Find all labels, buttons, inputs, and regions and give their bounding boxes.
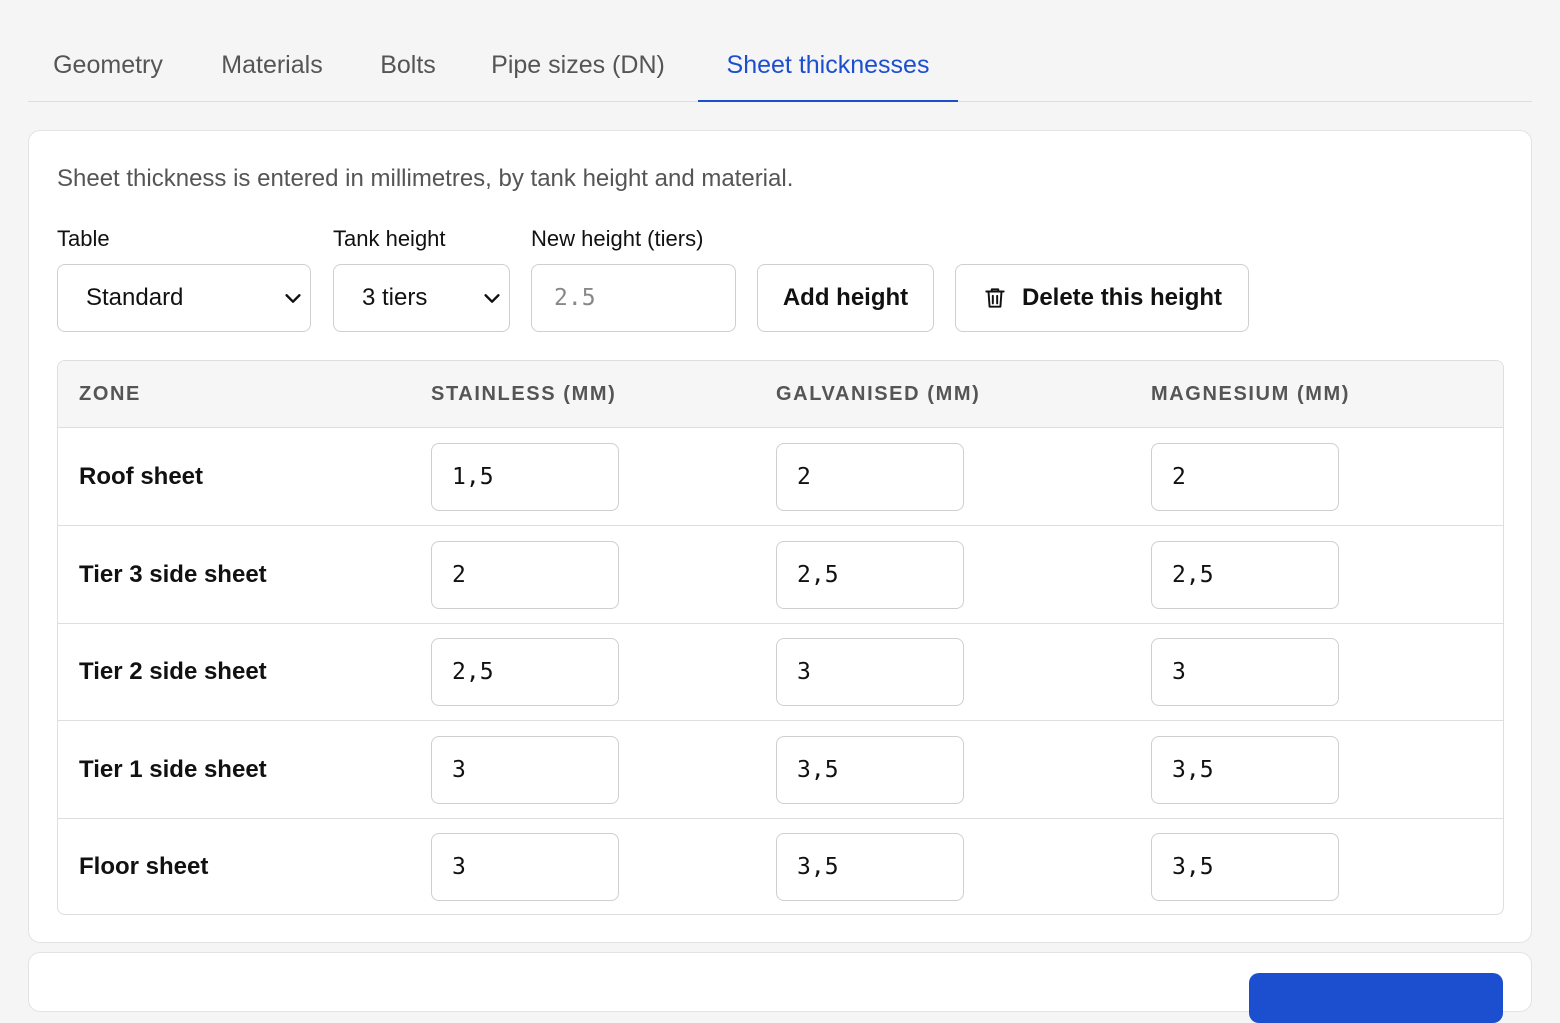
trash-icon: [985, 288, 1005, 308]
tank-height-select[interactable]: 3 tiers: [333, 264, 510, 332]
galvanised-input[interactable]: 2: [776, 443, 964, 511]
stainless-input[interactable]: 2,5: [431, 638, 619, 706]
table-row: Tier 3 side sheet 2 2,5 2,5: [58, 526, 1503, 624]
new-height-label: New height (tiers): [531, 226, 704, 251]
delete-height-button-label: Delete this height: [1021, 284, 1223, 311]
add-height-button-label: Add height: [782, 284, 909, 311]
zone-name: Tier 1 side sheet: [79, 756, 267, 783]
primary-action-button[interactable]: [1249, 973, 1503, 1023]
magnesium-input[interactable]: 3,5: [1151, 833, 1339, 901]
magnesium-input[interactable]: 3,5: [1151, 736, 1339, 804]
table-select-value: Standard: [86, 284, 184, 311]
chevron-down-icon: [484, 294, 500, 303]
header-galvanised: GALVANISED (MM): [776, 383, 981, 405]
header-zone: ZONE: [79, 383, 141, 405]
zone-name: Tier 2 side sheet: [79, 658, 267, 685]
delete-height-button[interactable]: Delete this height: [955, 264, 1249, 332]
galvanised-input[interactable]: 2,5: [776, 541, 964, 609]
magnesium-input[interactable]: 3: [1151, 638, 1339, 706]
tank-height-label: Tank height: [333, 226, 446, 251]
zone-name: Roof sheet: [79, 463, 204, 490]
table-row: Tier 1 side sheet 3 3,5 3,5: [58, 721, 1503, 819]
stainless-input[interactable]: 3: [431, 833, 619, 901]
description-text: Sheet thickness is entered in millimetre…: [57, 165, 794, 192]
table-label: Table: [57, 226, 110, 251]
tab-bar: Geometry Materials Bolts Pipe sizes (DN)…: [28, 30, 1532, 102]
tab-materials[interactable]: Materials: [198, 30, 346, 102]
table-row: Floor sheet 3 3,5 3,5: [58, 818, 1503, 914]
tab-geometry[interactable]: Geometry: [28, 30, 188, 102]
footer-card: [28, 952, 1532, 1023]
galvanised-input[interactable]: 3: [776, 638, 964, 706]
tab-bolts[interactable]: Bolts: [358, 30, 458, 102]
table-row: Roof sheet 1,5 2 2: [58, 428, 1503, 526]
stainless-input[interactable]: 1,5: [431, 443, 619, 511]
stainless-input[interactable]: 3: [431, 736, 619, 804]
magnesium-input[interactable]: 2: [1151, 443, 1339, 511]
galvanised-input[interactable]: 3,5: [776, 736, 964, 804]
zone-name: Floor sheet: [79, 853, 209, 880]
add-height-button[interactable]: Add height: [757, 264, 934, 332]
header-magnesium: MAGNESIUM (MM): [1151, 383, 1351, 405]
tab-sheet-thicknesses[interactable]: Sheet thicknesses: [698, 30, 958, 102]
galvanised-input[interactable]: 3,5: [776, 833, 964, 901]
tank-height-select-value: 3 tiers: [362, 284, 428, 311]
table-header: ZONE STAINLESS (MM) GALVANISED (MM) MAGN…: [58, 361, 1503, 428]
new-height-input[interactable]: 2.5: [531, 264, 736, 332]
table-select[interactable]: Standard: [57, 264, 311, 332]
magnesium-input[interactable]: 2,5: [1151, 541, 1339, 609]
header-stainless: STAINLESS (MM): [431, 383, 617, 405]
new-height-placeholder: 2.5: [554, 285, 596, 311]
zone-name: Tier 3 side sheet: [79, 561, 267, 588]
stainless-input[interactable]: 2: [431, 541, 619, 609]
tab-pipe-sizes[interactable]: Pipe sizes (DN): [470, 30, 686, 102]
chevron-down-icon: [285, 294, 301, 303]
table-row: Tier 2 side sheet 2,5 3 3: [58, 623, 1503, 721]
sheet-thickness-card: Sheet thickness is entered in millimetre…: [28, 130, 1532, 943]
thickness-table: ZONE STAINLESS (MM) GALVANISED (MM) MAGN…: [57, 360, 1504, 915]
